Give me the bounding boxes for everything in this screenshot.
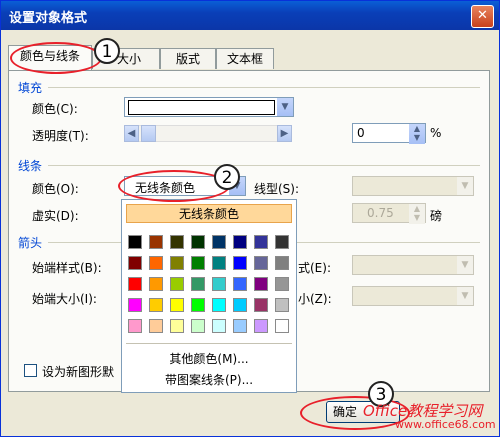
line-weight-value: 0.75 — [367, 206, 394, 220]
color-swatch[interactable] — [212, 319, 226, 333]
color-swatch[interactable] — [254, 298, 268, 312]
color-swatch[interactable] — [170, 319, 184, 333]
transparency-slider-track[interactable] — [139, 125, 277, 142]
tab-layout[interactable]: 版式 — [160, 48, 216, 69]
color-swatch[interactable] — [128, 298, 142, 312]
begin-size-label: 始端大小(I): — [32, 292, 97, 306]
tab-label: 版式 — [175, 52, 200, 66]
transparency-input[interactable]: 0 ▲ ▼ — [352, 123, 426, 144]
dialog-title: 设置对象格式 — [9, 11, 88, 26]
color-swatch[interactable] — [170, 277, 184, 291]
color-swatch[interactable] — [170, 298, 184, 312]
begin-style-label: 始端样式(B): — [32, 261, 102, 275]
chevron-down-icon: ▼ — [457, 287, 473, 305]
no-line-color-option[interactable]: 无线条颜色 — [126, 204, 292, 223]
color-swatch[interactable] — [275, 256, 289, 270]
fill-section-title: 填充 — [18, 81, 43, 95]
no-line-color-label: 无线条颜色 — [178, 207, 239, 221]
line-dash-label: 虚实(D): — [32, 209, 79, 223]
patterned-lines-label: 带图案线条(P)... — [164, 373, 254, 387]
color-swatch[interactable] — [275, 277, 289, 291]
chevron-down-icon[interactable]: ▼ — [277, 98, 293, 116]
color-swatch[interactable] — [233, 256, 247, 270]
color-swatch[interactable] — [128, 256, 142, 270]
callout-ring-tab — [10, 42, 102, 74]
line-weight-input[interactable]: 0.75 ▲ ▼ — [352, 203, 426, 224]
color-swatch[interactable] — [275, 235, 289, 249]
color-swatch[interactable] — [275, 298, 289, 312]
color-swatch[interactable] — [212, 256, 226, 270]
tab-label: 文本框 — [226, 52, 263, 66]
tab-label: 大小 — [117, 52, 142, 66]
color-swatch[interactable] — [191, 256, 205, 270]
line-color-label: 颜色(O): — [32, 182, 79, 196]
transparency-value: 0 — [357, 126, 365, 140]
color-swatch[interactable] — [254, 235, 268, 249]
color-swatch[interactable] — [149, 235, 163, 249]
color-swatch[interactable] — [212, 298, 226, 312]
color-swatch[interactable] — [233, 277, 247, 291]
fill-color-label: 颜色(C): — [32, 102, 78, 116]
close-button[interactable]: ✕ — [471, 5, 494, 28]
color-swatch[interactable] — [149, 298, 163, 312]
slider-left-arrow-icon[interactable]: ◀ — [124, 125, 139, 142]
patterned-lines-option[interactable]: 带图案线条(P)... — [122, 371, 296, 388]
callout-number-2: 2 — [214, 164, 240, 190]
line-weight-unit: 磅 — [430, 209, 443, 223]
more-colors-option[interactable]: 其他颜色(M)... — [122, 350, 296, 367]
end-size-dropdown[interactable]: ▼ — [352, 286, 474, 306]
color-swatch[interactable] — [128, 235, 142, 249]
color-swatch[interactable] — [275, 319, 289, 333]
color-swatch[interactable] — [149, 256, 163, 270]
callout-number-1: 1 — [94, 38, 120, 64]
set-default-label: 设为新图形默 — [42, 365, 115, 379]
spinner-icon[interactable]: ▲ ▼ — [409, 124, 425, 144]
color-swatch[interactable] — [254, 277, 268, 291]
end-style-label: 式(E): — [298, 261, 331, 275]
arrows-section-title: 箭头 — [18, 236, 43, 250]
color-swatch[interactable] — [233, 298, 247, 312]
color-swatch[interactable] — [212, 277, 226, 291]
color-swatch[interactable] — [128, 277, 142, 291]
more-colors-label: 其他颜色(M)... — [169, 352, 249, 366]
line-section-title: 线条 — [18, 159, 43, 173]
color-swatch[interactable] — [149, 319, 163, 333]
color-swatch[interactable] — [191, 277, 205, 291]
fill-color-dropdown[interactable]: ▼ — [124, 97, 294, 117]
color-swatch[interactable] — [254, 319, 268, 333]
divider — [126, 343, 292, 344]
title-bar: 设置对象格式 ✕ — [1, 1, 499, 30]
transparency-slider-thumb[interactable] — [141, 125, 156, 142]
color-swatch[interactable] — [233, 319, 247, 333]
color-swatch[interactable] — [170, 256, 184, 270]
tab-text-box[interactable]: 文本框 — [216, 48, 274, 69]
divider — [48, 87, 480, 88]
line-style-dropdown[interactable]: ▼ — [352, 176, 474, 196]
color-swatch[interactable] — [191, 235, 205, 249]
color-swatch[interactable] — [254, 256, 268, 270]
end-size-label: 小(Z): — [298, 292, 332, 306]
set-default-checkbox[interactable] — [24, 364, 37, 377]
chevron-down-icon: ▼ — [457, 256, 473, 274]
end-style-dropdown[interactable]: ▼ — [352, 255, 474, 275]
watermark-url: www.office68.com — [395, 418, 496, 431]
color-swatch[interactable] — [233, 235, 247, 249]
slider-right-arrow-icon[interactable]: ▶ — [277, 125, 292, 142]
line-color-popup: 无线条颜色 其他颜色(M)... 带图案线条(P)... — [121, 199, 297, 393]
color-swatch[interactable] — [191, 298, 205, 312]
line-style-label: 线型(S): — [254, 182, 300, 196]
color-swatch[interactable] — [170, 235, 184, 249]
color-swatch[interactable] — [128, 319, 142, 333]
color-swatch[interactable] — [212, 235, 226, 249]
transparency-label: 透明度(T): — [32, 129, 89, 143]
spinner-icon: ▲ ▼ — [409, 204, 425, 224]
percent-sign: % — [430, 126, 442, 140]
chevron-down-icon: ▼ — [457, 177, 473, 195]
divider — [48, 165, 480, 166]
color-swatch[interactable] — [191, 319, 205, 333]
color-swatch[interactable] — [149, 277, 163, 291]
close-icon: ✕ — [477, 8, 488, 23]
fill-color-swatch — [128, 100, 275, 115]
